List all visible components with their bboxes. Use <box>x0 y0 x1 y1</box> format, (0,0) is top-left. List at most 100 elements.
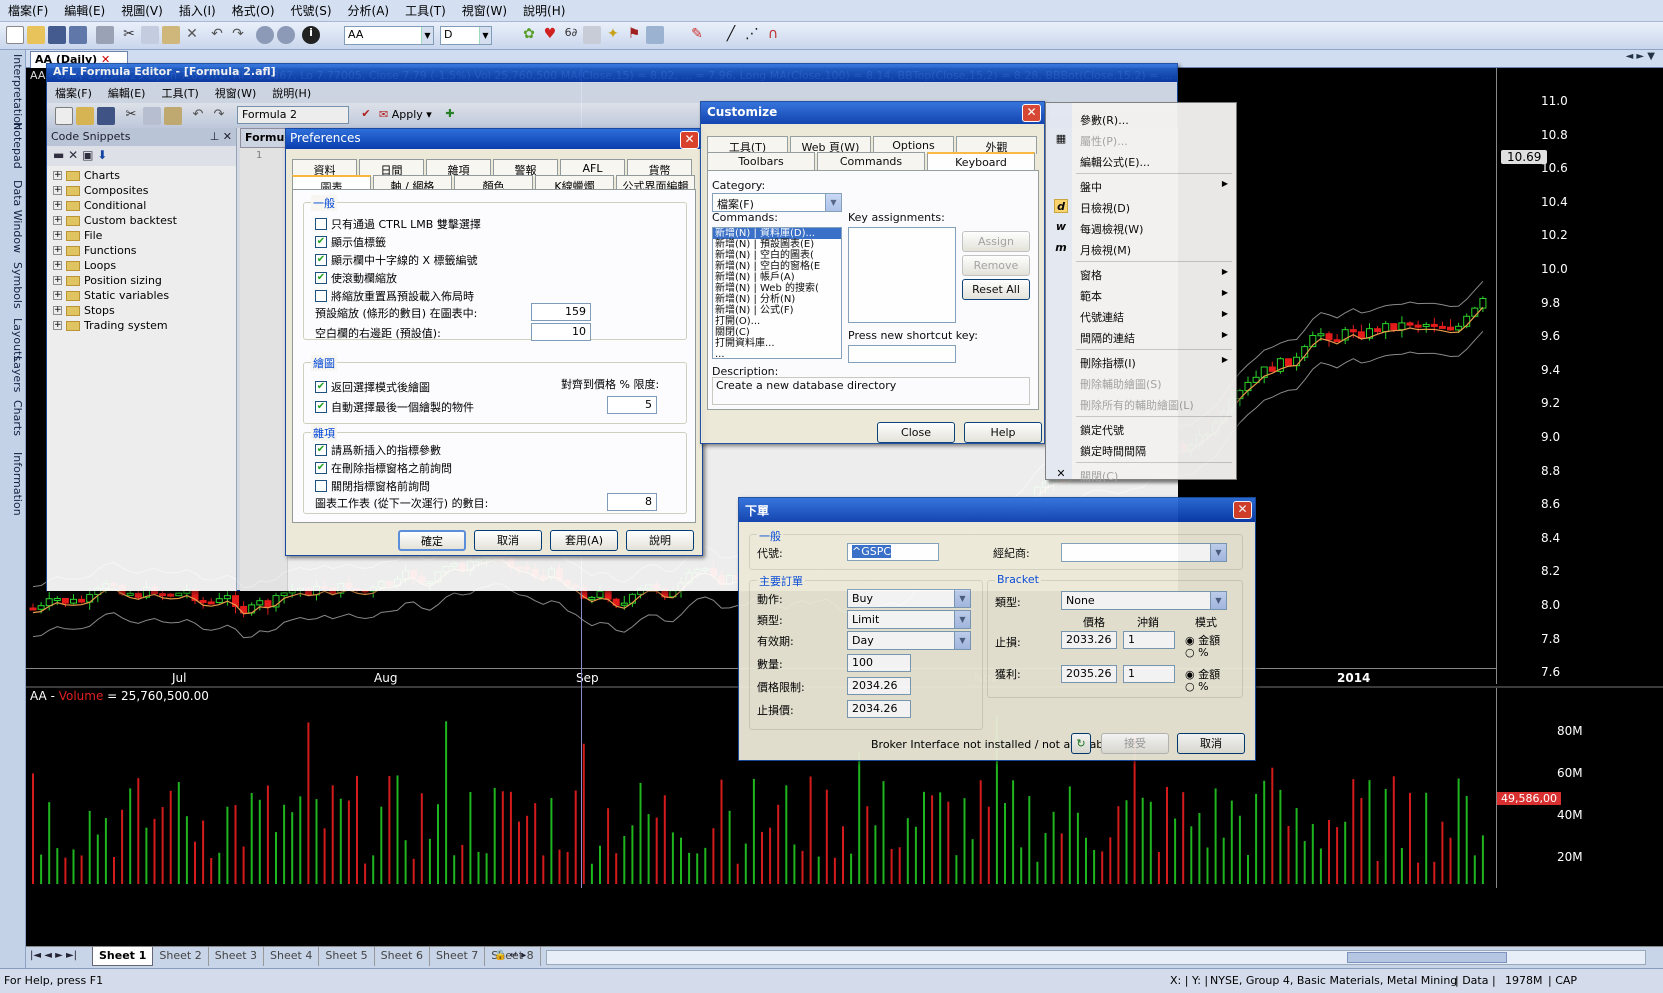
command-item[interactable]: 新增(N) | 預設圖表(E) <box>713 239 841 250</box>
sheet-lock-icon[interactable]: 🔒 ↵ ▸ <box>494 950 526 961</box>
context-menu-item[interactable]: d 日檢視(D) <box>1046 197 1236 217</box>
take-profit-mode-pct[interactable]: ○ % <box>1185 680 1209 693</box>
chevron-down-icon[interactable]: ▼ <box>825 194 841 211</box>
context-menu-item[interactable]: m 月檢視(M) <box>1046 239 1236 259</box>
command-item[interactable]: ... <box>713 349 841 358</box>
close-icon[interactable]: ✕ <box>1022 104 1041 122</box>
chart-tool-icon[interactable]: 6∂ <box>562 26 580 44</box>
expand-icon[interactable]: + <box>53 261 62 270</box>
paste-icon[interactable] <box>164 107 182 125</box>
apply-button[interactable]: ✉ Apply ▾ <box>379 108 432 121</box>
command-item[interactable]: 新增(N) | 帳戶(A) <box>713 272 841 283</box>
expand-icon[interactable]: + <box>53 246 62 255</box>
checkbox[interactable]: ✔ <box>315 381 327 393</box>
open-folder-icon[interactable] <box>27 26 45 44</box>
tab-item[interactable]: Commands <box>817 152 925 170</box>
checkbox[interactable] <box>315 480 327 492</box>
new-file-icon[interactable] <box>55 107 73 125</box>
menu-item[interactable]: 分析(A) <box>340 2 398 19</box>
sheet-tab[interactable]: Sheet 2 <box>153 947 209 966</box>
snippet-folder[interactable]: + Trading system <box>53 318 230 333</box>
check-icon[interactable] <box>646 26 664 44</box>
stop-loss-offset-field[interactable]: 1 <box>1123 631 1175 649</box>
checkbox[interactable] <box>315 218 327 230</box>
copy-icon[interactable] <box>141 26 159 44</box>
new-file-icon[interactable] <box>6 26 24 44</box>
checkbox-row[interactable]: ✔ 請爲新插入的指標參數 <box>315 442 441 458</box>
preferences-button[interactable]: 取消 <box>474 530 542 551</box>
afl-menu-item[interactable]: 視窗(W) <box>207 85 264 101</box>
chevron-down-icon[interactable]: ▼ <box>1210 592 1226 609</box>
close-button[interactable]: Close <box>877 422 955 443</box>
forward-icon[interactable] <box>277 26 295 44</box>
command-item[interactable]: 新增(N) | Web 的搜索( <box>713 283 841 294</box>
print-icon[interactable] <box>96 26 114 44</box>
verify-icon[interactable]: ✚ <box>441 107 459 125</box>
afl-menu-item[interactable]: 檔案(F) <box>47 85 100 101</box>
customize-dialog[interactable]: Customize ✕ 工具(T) Web 頁(W) Options 外觀 Toolb… <box>700 101 1045 444</box>
command-item[interactable]: 新增(N) | 公式(F) <box>713 305 841 316</box>
refresh-icon[interactable]: ↻ <box>1071 733 1091 754</box>
checkbox[interactable]: ✔ <box>315 444 327 456</box>
pen-color-icon[interactable]: ✎ <box>688 26 706 44</box>
chevron-down-icon[interactable]: ▼ <box>1210 544 1226 561</box>
afl-menu-item[interactable]: 工具(T) <box>153 85 206 101</box>
redo-icon[interactable]: ↷ <box>229 26 247 44</box>
stop-loss-price-field[interactable]: 2033.26 <box>1061 631 1117 649</box>
chevron-down-icon[interactable]: ▼ <box>954 590 970 607</box>
snippet-folder[interactable]: + Static variables <box>53 288 230 303</box>
default-zoom-field[interactable]: 159 <box>531 303 591 321</box>
snippet-folder[interactable]: + Loops <box>53 258 230 273</box>
take-profit-offset-field[interactable]: 1 <box>1123 665 1175 683</box>
expand-icon[interactable]: + <box>53 186 62 195</box>
stop-price-field[interactable]: 2034.26 <box>847 700 911 718</box>
undo-icon[interactable]: ↶ <box>208 26 226 44</box>
checkbox-row[interactable]: 關閉指標窗格前詢問 <box>315 478 430 494</box>
snippet-folder[interactable]: + Custom backtest <box>53 213 230 228</box>
menu-item[interactable]: 檔案(F) <box>0 2 56 19</box>
delete-icon[interactable]: ✕ <box>68 148 78 162</box>
pin-close-icon[interactable]: ⊥ ✕ <box>210 130 232 143</box>
checkbox-row[interactable]: ✔ 使滾動欄縮放 <box>315 270 397 286</box>
checkbox-row[interactable]: ✔ 顯示欄中十字線的 X 標籤編號 <box>315 252 478 268</box>
interval-combo[interactable]: D ▼ <box>440 26 492 45</box>
checkbox[interactable]: ✔ <box>315 236 327 248</box>
checkbox-row[interactable]: 將縮放重置爲預設載入佈局時 <box>315 288 474 304</box>
worksheets-field[interactable]: 8 <box>607 493 657 511</box>
left-tab[interactable]: Layers <box>2 356 24 392</box>
checkbox-row[interactable]: ✔ 顯示值標籤 <box>315 234 386 250</box>
left-tab[interactable]: Layouts <box>2 318 24 361</box>
expand-icon[interactable]: + <box>53 216 62 225</box>
sheet-nav-arrows[interactable]: |◄ ◄ ► ►| <box>30 950 77 961</box>
wand-icon[interactable]: ✦ <box>604 26 622 44</box>
expand-icon[interactable]: + <box>53 306 62 315</box>
ray-tool-icon[interactable]: ⋰ <box>743 26 761 44</box>
order-symbol-field[interactable]: ^GSPC <box>847 543 939 561</box>
favorite-icon[interactable]: ♥ <box>541 26 559 44</box>
left-tab[interactable]: Charts <box>2 400 24 436</box>
expand-icon[interactable]: + <box>53 231 62 240</box>
expand-icon[interactable]: + <box>53 171 62 180</box>
preferences-button[interactable]: 確定 <box>398 530 466 551</box>
chevron-down-icon[interactable]: ▼ <box>479 27 491 44</box>
command-item[interactable]: 新增(N) | 分析(N) <box>713 294 841 305</box>
context-menu-item[interactable]: 窗格 ▶ <box>1046 264 1236 284</box>
checkbox[interactable] <box>315 290 327 302</box>
snippet-folder[interactable]: + Composites <box>53 183 230 198</box>
afl-menu-item[interactable]: 編輯(E) <box>100 85 154 101</box>
line-tool-icon[interactable]: ╱ <box>722 26 740 44</box>
chevron-down-icon[interactable]: ▼ <box>954 632 970 649</box>
sheet-tab[interactable]: Sheet 5 <box>319 947 375 966</box>
expand-icon[interactable]: + <box>53 201 62 210</box>
save-all-icon[interactable] <box>69 26 87 44</box>
checkbox[interactable]: ✔ <box>315 272 327 284</box>
checkbox[interactable]: ✔ <box>315 462 327 474</box>
magnet-icon[interactable]: ∩ <box>764 26 782 44</box>
context-menu-item[interactable]: 代號連結 ▶ <box>1046 306 1236 326</box>
context-menu-item[interactable]: 鎖定代號 <box>1046 419 1236 439</box>
check-syntax-icon[interactable]: ✔ <box>357 107 375 125</box>
menu-item[interactable]: 說明(H) <box>515 2 573 19</box>
type-select[interactable]: Limit ▼ <box>847 610 971 629</box>
checkbox-row[interactable]: ✔ 返回選擇模式後繪圖 <box>315 379 430 395</box>
context-menu-item[interactable]: 範本 ▶ <box>1046 285 1236 305</box>
